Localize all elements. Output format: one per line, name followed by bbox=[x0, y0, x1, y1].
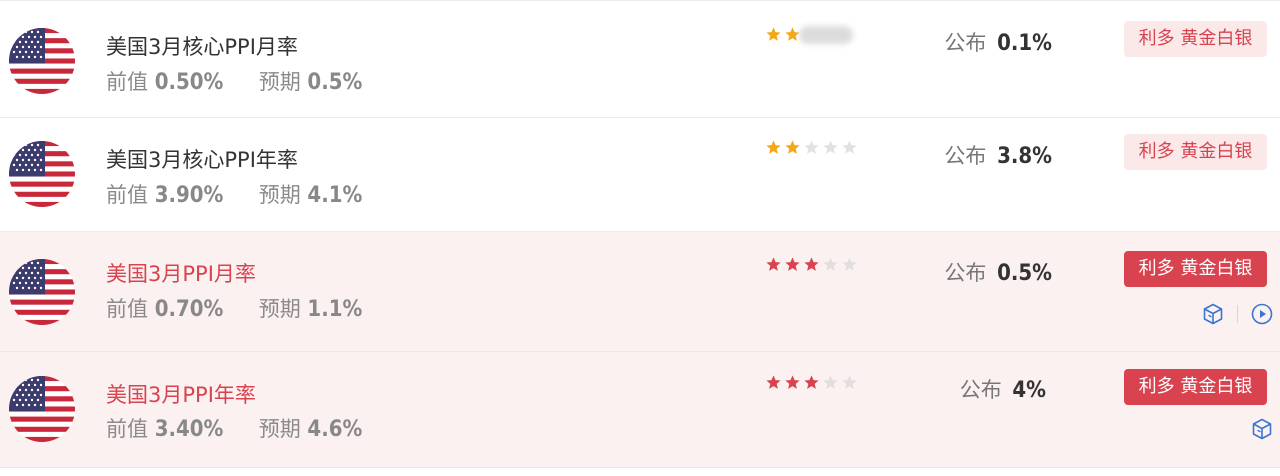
cube-icon[interactable] bbox=[1250, 417, 1274, 441]
row-actions bbox=[1250, 417, 1274, 443]
calendar-row[interactable]: 美国3月PPI月率 前值 0.70% 预期 1.1% 公布 0.5% 利多 黄金… bbox=[0, 232, 1280, 352]
event-title: 美国3月PPI月率 bbox=[106, 262, 256, 286]
star-icon bbox=[766, 27, 781, 41]
event-title: 美国3月核心PPI年率 bbox=[106, 148, 298, 172]
previous-value: 0.50% bbox=[154, 70, 224, 95]
star-icon bbox=[766, 375, 781, 389]
star-icon bbox=[785, 375, 800, 389]
row-actions bbox=[1201, 302, 1274, 328]
calendar-row[interactable]: 美国3月核心PPI月率 前值 0.50% 预期 0.5% 公布 0.1% 利多 … bbox=[0, 0, 1280, 118]
star-icon bbox=[766, 257, 781, 271]
importance-stars bbox=[765, 374, 860, 394]
us-flag-icon bbox=[9, 376, 75, 442]
event-meta: 前值 0.50% 预期 0.5% bbox=[106, 66, 362, 96]
star-empty-icon bbox=[842, 375, 857, 389]
star-icon bbox=[785, 257, 800, 271]
publish-value: 0.1% bbox=[997, 31, 1052, 56]
blurred-stars bbox=[799, 26, 853, 44]
previous-label: 前值 bbox=[106, 417, 148, 441]
star-empty-icon bbox=[823, 140, 838, 154]
previous-value: 0.70% bbox=[154, 297, 224, 322]
publish-label: 公布 bbox=[944, 31, 987, 55]
star-empty-icon bbox=[823, 375, 838, 389]
impact-tag[interactable]: 利多 黄金白银 bbox=[1124, 21, 1267, 57]
event-meta: 前值 3.90% 预期 4.1% bbox=[106, 179, 362, 209]
impact-tag[interactable]: 利多 黄金白银 bbox=[1124, 369, 1267, 405]
forecast-label: 预期 bbox=[258, 417, 301, 441]
star-empty-icon bbox=[823, 257, 838, 271]
importance-stars bbox=[765, 256, 860, 276]
previous-value: 3.40% bbox=[154, 417, 224, 442]
previous-label: 前值 bbox=[106, 183, 148, 207]
cube-icon[interactable] bbox=[1201, 302, 1225, 326]
previous-label: 前值 bbox=[106, 297, 148, 321]
play-icon[interactable] bbox=[1250, 302, 1274, 326]
calendar-row[interactable]: 美国3月核心PPI年率 前值 3.90% 预期 4.1% 公布 3.8% 利多 … bbox=[0, 118, 1280, 232]
us-flag-icon bbox=[9, 28, 75, 94]
event-title: 美国3月PPI年率 bbox=[106, 383, 256, 407]
forecast-value: 1.1% bbox=[307, 297, 363, 322]
star-empty-icon bbox=[804, 140, 819, 154]
impact-tag[interactable]: 利多 黄金白银 bbox=[1124, 251, 1267, 287]
forecast-label: 预期 bbox=[258, 297, 301, 321]
economic-calendar-list: 美国3月核心PPI月率 前值 0.50% 预期 0.5% 公布 0.1% 利多 … bbox=[0, 0, 1280, 476]
publish-info: 公布 3.8% bbox=[944, 140, 1052, 170]
publish-info: 公布 0.5% bbox=[944, 257, 1052, 287]
publish-label: 公布 bbox=[944, 144, 987, 168]
forecast-label: 预期 bbox=[258, 183, 301, 207]
forecast-value: 4.6% bbox=[307, 417, 363, 442]
importance-stars bbox=[765, 26, 853, 46]
importance-stars bbox=[765, 139, 860, 159]
previous-label: 前值 bbox=[106, 70, 148, 94]
publish-label: 公布 bbox=[959, 378, 1002, 402]
star-empty-icon bbox=[842, 257, 857, 271]
star-icon bbox=[804, 257, 819, 271]
us-flag-icon bbox=[9, 141, 75, 207]
star-icon bbox=[766, 140, 781, 154]
star-icon bbox=[785, 140, 800, 154]
publish-value: 4% bbox=[1012, 378, 1046, 403]
event-meta: 前值 3.40% 预期 4.6% bbox=[106, 413, 362, 443]
event-meta: 前值 0.70% 预期 1.1% bbox=[106, 293, 362, 323]
event-title: 美国3月核心PPI月率 bbox=[106, 35, 298, 59]
publish-value: 0.5% bbox=[997, 261, 1052, 286]
previous-value: 3.90% bbox=[154, 183, 224, 208]
impact-tag[interactable]: 利多 黄金白银 bbox=[1124, 134, 1267, 170]
calendar-row[interactable]: 美国3月PPI年率 前值 3.40% 预期 4.6% 公布 4% 利多 黄金白银 bbox=[0, 352, 1280, 468]
publish-value: 3.8% bbox=[997, 144, 1052, 169]
forecast-value: 0.5% bbox=[307, 70, 363, 95]
forecast-value: 4.1% bbox=[307, 183, 363, 208]
us-flag-icon bbox=[9, 259, 75, 325]
publish-info: 公布 4% bbox=[960, 374, 1046, 404]
publish-info: 公布 0.1% bbox=[944, 27, 1052, 57]
publish-label: 公布 bbox=[944, 261, 987, 285]
star-empty-icon bbox=[842, 140, 857, 154]
forecast-label: 预期 bbox=[258, 70, 301, 94]
star-icon bbox=[804, 375, 819, 389]
